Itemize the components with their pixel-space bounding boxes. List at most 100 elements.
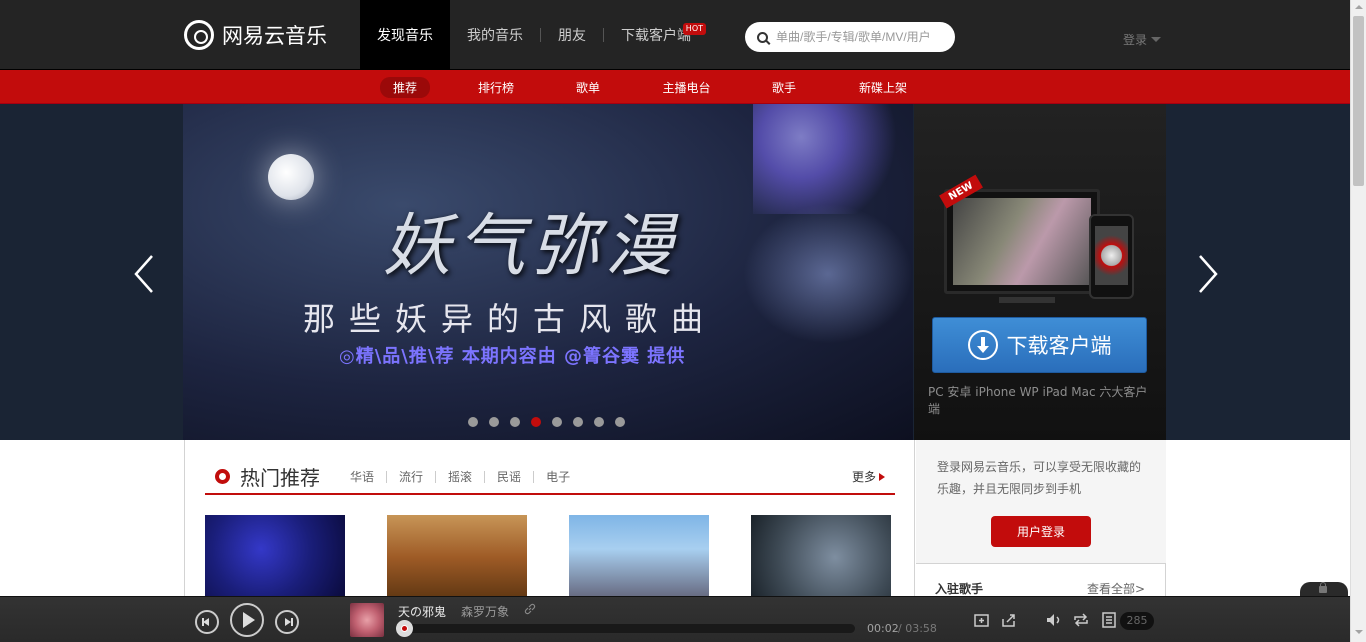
song-artist[interactable]: 森罗万象	[461, 603, 509, 620]
banner-subtitle: 那些妖异的古风歌曲	[303, 300, 718, 338]
nav-label: 朋友	[558, 28, 586, 44]
download-button-label: 下载客户端	[1006, 334, 1112, 358]
login-prompt: 登录网易云音乐，可以享受无限收藏的乐趣，并且无限同步到手机	[937, 460, 1142, 496]
add-to-playlist-icon[interactable]	[973, 611, 991, 629]
search-icon	[757, 31, 768, 43]
banner-title: 妖气弥漫	[383, 207, 680, 286]
tag-pop[interactable]: 流行	[387, 468, 435, 485]
hot-recommend-header: 热门推荐 华语 流行 摇滚 民谣 电子 更多	[205, 460, 895, 495]
carousel-dot[interactable]	[489, 417, 499, 427]
subnav-new-albums[interactable]: 新碟上架	[809, 70, 957, 104]
subnav-label: 歌单	[575, 80, 600, 95]
previous-button[interactable]	[195, 610, 219, 634]
subnav-label: 推荐	[380, 76, 430, 98]
banner-image[interactable]: 妖气弥漫 那些妖异的古风歌曲 ◎精\品\推\荐 本期内容由 @箐谷霙 提供	[183, 104, 913, 440]
phone-graphic	[1089, 214, 1134, 299]
album-thumbnail[interactable]	[350, 603, 384, 637]
chevron-right-icon[interactable]	[1197, 254, 1219, 294]
play-button[interactable]	[230, 603, 264, 637]
progress-knob[interactable]	[395, 620, 413, 637]
download-panel: NEW 下载客户端 PC 安卓 iPhone WP iPad Mac 六大客户端	[914, 104, 1166, 440]
more-link[interactable]: 更多	[852, 468, 885, 485]
carousel-dots	[468, 417, 625, 427]
repeat-icon[interactable]	[1072, 611, 1090, 629]
stars-graphic	[743, 204, 913, 344]
nav-download-client[interactable]: 下载客户端 HOT	[604, 0, 708, 70]
logo-text: 网易云音乐	[222, 24, 327, 48]
logo[interactable]: 网易云音乐	[184, 20, 327, 50]
volume-icon[interactable]	[1045, 611, 1063, 629]
nav-my-music[interactable]: 我的音乐	[450, 0, 540, 70]
playlist-cover[interactable]	[569, 515, 709, 600]
nav-label: 发现音乐	[377, 28, 433, 44]
carousel-dot[interactable]	[531, 417, 541, 427]
subnav-radio[interactable]: 主播电台	[614, 70, 759, 104]
hot-tags: 华语 流行 摇滚 民谣 电子	[338, 468, 582, 485]
link-icon[interactable]	[524, 603, 536, 615]
next-button[interactable]	[275, 610, 299, 634]
song-name[interactable]: 天の邪鬼	[398, 603, 446, 620]
circle-icon	[215, 469, 230, 484]
carousel-dot[interactable]	[573, 417, 583, 427]
subnav-charts[interactable]: 排行榜	[430, 70, 562, 104]
user-login-button[interactable]: 用户登录	[991, 516, 1091, 547]
playlist-cover[interactable]	[387, 515, 527, 600]
search-box[interactable]	[745, 22, 955, 52]
right-sidebar: 登录网易云音乐，可以享受无限收藏的乐趣，并且无限同步到手机 用户登录 入驻歌手 …	[914, 440, 1166, 604]
carousel-dot[interactable]	[552, 417, 562, 427]
playlist-cover[interactable]	[205, 515, 345, 600]
hot-badge: HOT	[682, 23, 706, 35]
tag-mandarin[interactable]: 华语	[338, 468, 386, 485]
carousel-dot[interactable]	[594, 417, 604, 427]
chevron-down-icon	[1151, 37, 1162, 42]
subnav-playlists[interactable]: 歌单	[562, 70, 614, 104]
playlist-covers	[205, 515, 891, 600]
scroll-down-arrow-icon[interactable]	[1355, 630, 1363, 634]
nav-friends[interactable]: 朋友	[541, 0, 603, 70]
subnav-label: 主播电台	[662, 80, 711, 95]
login-link[interactable]: 登录	[1123, 31, 1162, 48]
banner: 妖气弥漫 那些妖异的古风歌曲 ◎精\品\推\荐 本期内容由 @箐谷霙 提供 NE…	[0, 104, 1350, 440]
nav-label: 下载客户端	[621, 28, 691, 44]
playlist-icon[interactable]	[1100, 611, 1118, 629]
subnav-label: 新碟上架	[858, 80, 907, 95]
login-box: 登录网易云音乐，可以享受无限收藏的乐趣，并且无限同步到手机 用户登录	[916, 440, 1166, 564]
logo-icon	[184, 20, 214, 50]
chevron-left-icon[interactable]	[133, 254, 155, 294]
download-client-button[interactable]: 下载客户端	[932, 317, 1147, 373]
carousel-dot[interactable]	[615, 417, 625, 427]
tag-rock[interactable]: 摇滚	[436, 468, 484, 485]
lock-icon	[1319, 582, 1327, 593]
playlist-count[interactable]: 285	[1120, 612, 1154, 630]
view-all-link[interactable]: 查看全部>	[1087, 580, 1145, 597]
hot-recommend-title[interactable]: 热门推荐	[240, 462, 320, 491]
share-icon[interactable]	[1000, 611, 1018, 629]
tag-electronic[interactable]: 电子	[534, 468, 582, 485]
sub-nav-list: 推荐 排行榜 歌单 主播电台 歌手 新碟上架	[380, 70, 957, 104]
nav-label: 我的音乐	[467, 28, 523, 44]
subnav-artists[interactable]: 歌手	[759, 70, 809, 104]
monitor-stand	[999, 297, 1055, 303]
nav-discover-music[interactable]: 发现音乐	[360, 0, 450, 70]
monitor-graphic	[944, 189, 1100, 294]
carousel-dot[interactable]	[468, 417, 478, 427]
subnav-recommend[interactable]: 推荐	[380, 70, 430, 104]
top-nav: 发现音乐 我的音乐 朋友 下载客户端 HOT	[360, 0, 708, 70]
scroll-up-arrow-icon[interactable]	[1355, 5, 1363, 9]
banner-tagline: ◎精\品\推\荐 本期内容由 @箐谷霙 提供	[339, 346, 686, 367]
current-time: 00:02	[867, 622, 899, 635]
sub-nav: 推荐 排行榜 歌单 主播电台 歌手 新碟上架	[0, 70, 1350, 104]
tag-folk[interactable]: 民谣	[485, 468, 533, 485]
playlist-cover[interactable]	[751, 515, 891, 600]
vertical-scrollbar[interactable]	[1350, 0, 1366, 642]
search-input[interactable]	[776, 30, 936, 44]
progress-bar[interactable]	[395, 620, 855, 637]
login-label: 登录	[1123, 33, 1148, 47]
top-header: 网易云音乐 发现音乐 我的音乐 朋友 下载客户端 HOT 登录	[0, 0, 1350, 70]
platforms-text: PC 安卓 iPhone WP iPad Mac 六大客户端	[928, 385, 1148, 416]
moon-graphic	[268, 154, 314, 200]
download-icon	[967, 330, 998, 360]
scroll-thumb[interactable]	[1353, 16, 1364, 186]
flowers-graphic	[753, 104, 913, 214]
carousel-dot[interactable]	[510, 417, 520, 427]
